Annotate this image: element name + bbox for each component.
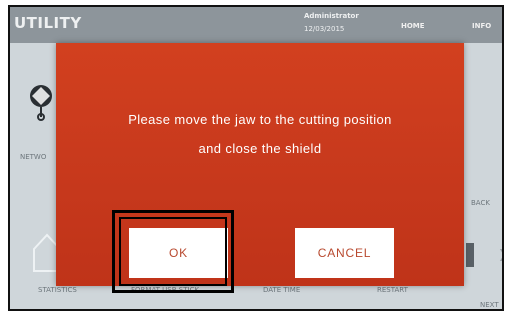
date-time-label[interactable]: DATE TIME <box>263 286 300 294</box>
back-button[interactable]: BACK <box>471 199 490 207</box>
info-button[interactable]: INFO <box>472 22 491 30</box>
top-bar: UTILITY Administrator 12/03/2015 HOME IN… <box>10 7 502 43</box>
page-title: UTILITY <box>14 14 82 32</box>
cancel-button[interactable]: CANCEL <box>295 228 394 278</box>
message-line-1: Please move the jaw to the cutting posit… <box>128 112 392 127</box>
message-line-2: and close the shield <box>198 141 322 156</box>
network-icon[interactable] <box>26 83 56 121</box>
side-tab <box>466 243 474 267</box>
home-button[interactable]: HOME <box>401 22 425 30</box>
ok-highlight-inner <box>119 217 227 286</box>
user-info: Administrator 12/03/2015 <box>304 10 359 36</box>
next-button[interactable]: NEXT <box>480 301 499 309</box>
device-screen: UTILITY Administrator 12/03/2015 HOME IN… <box>8 5 504 311</box>
chevron-right-icon[interactable]: ❯ <box>498 247 502 261</box>
restart-label[interactable]: RESTART <box>377 286 408 294</box>
current-date: 12/03/2015 <box>304 25 345 33</box>
dialog-message: Please move the jaw to the cutting posit… <box>56 105 464 163</box>
ok-highlight-box <box>112 210 234 293</box>
network-label[interactable]: NETWO <box>20 153 46 161</box>
statistics-label[interactable]: STATISTICS <box>38 286 77 294</box>
user-name: Administrator <box>304 12 359 20</box>
